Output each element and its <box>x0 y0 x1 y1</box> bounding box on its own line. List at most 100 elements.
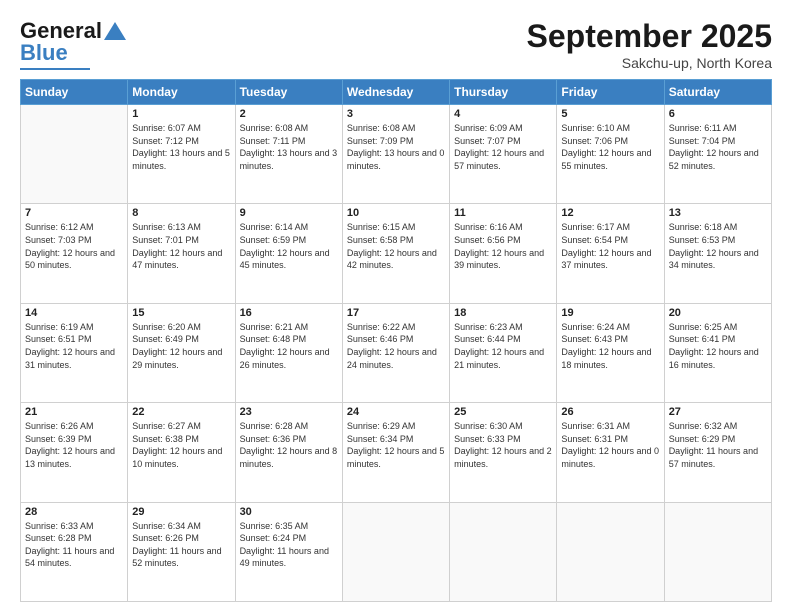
daylight: Daylight: 11 hours and 57 minutes. <box>669 446 758 469</box>
calendar-cell: 29 Sunrise: 6:34 AM Sunset: 6:26 PM Dayl… <box>128 502 235 601</box>
sunset: Sunset: 6:28 PM <box>25 533 92 543</box>
sunset: Sunset: 6:26 PM <box>132 533 199 543</box>
sunrise: Sunrise: 6:15 AM <box>347 222 416 232</box>
sunrise: Sunrise: 6:18 AM <box>669 222 738 232</box>
day-info: Sunrise: 6:25 AM Sunset: 6:41 PM Dayligh… <box>669 321 767 371</box>
day-number: 14 <box>25 307 123 319</box>
day-info: Sunrise: 6:28 AM Sunset: 6:36 PM Dayligh… <box>240 420 338 470</box>
day-number: 12 <box>561 207 659 219</box>
daylight: Daylight: 12 hours and 39 minutes. <box>454 248 544 271</box>
day-number: 11 <box>454 207 552 219</box>
day-number: 30 <box>240 506 338 518</box>
daylight: Daylight: 12 hours and 13 minutes. <box>25 446 115 469</box>
sunset: Sunset: 6:44 PM <box>454 334 521 344</box>
day-info: Sunrise: 6:21 AM Sunset: 6:48 PM Dayligh… <box>240 321 338 371</box>
sunset: Sunset: 6:38 PM <box>132 434 199 444</box>
sunrise: Sunrise: 6:30 AM <box>454 421 523 431</box>
sunset: Sunset: 6:56 PM <box>454 235 521 245</box>
location: Sakchu-up, North Korea <box>527 55 772 71</box>
calendar-cell: 27 Sunrise: 6:32 AM Sunset: 6:29 PM Dayl… <box>664 403 771 502</box>
sunrise: Sunrise: 6:08 AM <box>347 123 416 133</box>
header: General Blue September 2025 Sakchu-up, N… <box>20 18 772 71</box>
sunrise: Sunrise: 6:28 AM <box>240 421 309 431</box>
daylight: Daylight: 12 hours and 45 minutes. <box>240 248 330 271</box>
day-info: Sunrise: 6:33 AM Sunset: 6:28 PM Dayligh… <box>25 520 123 570</box>
day-info: Sunrise: 6:08 AM Sunset: 7:09 PM Dayligh… <box>347 122 445 172</box>
logo-icon <box>104 22 126 40</box>
sunrise: Sunrise: 6:24 AM <box>561 322 630 332</box>
sunrise: Sunrise: 6:12 AM <box>25 222 94 232</box>
day-number: 16 <box>240 307 338 319</box>
sunset: Sunset: 6:49 PM <box>132 334 199 344</box>
day-info: Sunrise: 6:27 AM Sunset: 6:38 PM Dayligh… <box>132 420 230 470</box>
daylight: Daylight: 13 hours and 5 minutes. <box>132 148 230 171</box>
calendar-cell: 3 Sunrise: 6:08 AM Sunset: 7:09 PM Dayli… <box>342 105 449 204</box>
calendar-cell: 9 Sunrise: 6:14 AM Sunset: 6:59 PM Dayli… <box>235 204 342 303</box>
daylight: Daylight: 12 hours and 18 minutes. <box>561 347 651 370</box>
daylight: Daylight: 13 hours and 0 minutes. <box>347 148 445 171</box>
daylight: Daylight: 12 hours and 31 minutes. <box>25 347 115 370</box>
day-info: Sunrise: 6:14 AM Sunset: 6:59 PM Dayligh… <box>240 221 338 271</box>
day-number: 26 <box>561 406 659 418</box>
calendar-cell: 8 Sunrise: 6:13 AM Sunset: 7:01 PM Dayli… <box>128 204 235 303</box>
calendar-cell: 21 Sunrise: 6:26 AM Sunset: 6:39 PM Dayl… <box>21 403 128 502</box>
calendar-cell: 2 Sunrise: 6:08 AM Sunset: 7:11 PM Dayli… <box>235 105 342 204</box>
calendar-cell <box>450 502 557 601</box>
calendar-cell: 28 Sunrise: 6:33 AM Sunset: 6:28 PM Dayl… <box>21 502 128 601</box>
sunrise: Sunrise: 6:13 AM <box>132 222 201 232</box>
day-info: Sunrise: 6:07 AM Sunset: 7:12 PM Dayligh… <box>132 122 230 172</box>
day-number: 1 <box>132 108 230 120</box>
day-info: Sunrise: 6:10 AM Sunset: 7:06 PM Dayligh… <box>561 122 659 172</box>
sunset: Sunset: 7:03 PM <box>25 235 92 245</box>
calendar-cell: 12 Sunrise: 6:17 AM Sunset: 6:54 PM Dayl… <box>557 204 664 303</box>
calendar-cell: 24 Sunrise: 6:29 AM Sunset: 6:34 PM Dayl… <box>342 403 449 502</box>
day-number: 18 <box>454 307 552 319</box>
calendar-cell: 14 Sunrise: 6:19 AM Sunset: 6:51 PM Dayl… <box>21 303 128 402</box>
day-info: Sunrise: 6:29 AM Sunset: 6:34 PM Dayligh… <box>347 420 445 470</box>
day-info: Sunrise: 6:22 AM Sunset: 6:46 PM Dayligh… <box>347 321 445 371</box>
daylight: Daylight: 12 hours and 55 minutes. <box>561 148 651 171</box>
calendar-cell: 19 Sunrise: 6:24 AM Sunset: 6:43 PM Dayl… <box>557 303 664 402</box>
calendar-cell <box>557 502 664 601</box>
calendar-cell: 25 Sunrise: 6:30 AM Sunset: 6:33 PM Dayl… <box>450 403 557 502</box>
day-number: 13 <box>669 207 767 219</box>
week-row-5: 28 Sunrise: 6:33 AM Sunset: 6:28 PM Dayl… <box>21 502 772 601</box>
sunset: Sunset: 6:59 PM <box>240 235 307 245</box>
day-info: Sunrise: 6:15 AM Sunset: 6:58 PM Dayligh… <box>347 221 445 271</box>
sunset: Sunset: 6:41 PM <box>669 334 736 344</box>
sunrise: Sunrise: 6:31 AM <box>561 421 630 431</box>
logo-blue: Blue <box>20 40 68 66</box>
header-tuesday: Tuesday <box>235 80 342 105</box>
sunrise: Sunrise: 6:22 AM <box>347 322 416 332</box>
day-number: 6 <box>669 108 767 120</box>
header-wednesday: Wednesday <box>342 80 449 105</box>
page: General Blue September 2025 Sakchu-up, N… <box>0 0 792 612</box>
day-number: 3 <box>347 108 445 120</box>
daylight: Daylight: 12 hours and 29 minutes. <box>132 347 222 370</box>
sunset: Sunset: 7:01 PM <box>132 235 199 245</box>
daylight: Daylight: 12 hours and 50 minutes. <box>25 248 115 271</box>
daylight: Daylight: 12 hours and 16 minutes. <box>669 347 759 370</box>
daylight: Daylight: 12 hours and 0 minutes. <box>561 446 659 469</box>
day-info: Sunrise: 6:13 AM Sunset: 7:01 PM Dayligh… <box>132 221 230 271</box>
daylight: Daylight: 12 hours and 52 minutes. <box>669 148 759 171</box>
daylight: Daylight: 11 hours and 54 minutes. <box>25 546 114 569</box>
sunrise: Sunrise: 6:09 AM <box>454 123 523 133</box>
calendar-cell: 1 Sunrise: 6:07 AM Sunset: 7:12 PM Dayli… <box>128 105 235 204</box>
sunset: Sunset: 6:46 PM <box>347 334 414 344</box>
sunset: Sunset: 7:06 PM <box>561 136 628 146</box>
daylight: Daylight: 12 hours and 37 minutes. <box>561 248 651 271</box>
sunset: Sunset: 6:36 PM <box>240 434 307 444</box>
day-info: Sunrise: 6:09 AM Sunset: 7:07 PM Dayligh… <box>454 122 552 172</box>
sunrise: Sunrise: 6:19 AM <box>25 322 94 332</box>
sunrise: Sunrise: 6:23 AM <box>454 322 523 332</box>
sunrise: Sunrise: 6:17 AM <box>561 222 630 232</box>
daylight: Daylight: 12 hours and 47 minutes. <box>132 248 222 271</box>
day-number: 10 <box>347 207 445 219</box>
week-row-2: 7 Sunrise: 6:12 AM Sunset: 7:03 PM Dayli… <box>21 204 772 303</box>
calendar-cell: 23 Sunrise: 6:28 AM Sunset: 6:36 PM Dayl… <box>235 403 342 502</box>
sunrise: Sunrise: 6:35 AM <box>240 521 309 531</box>
day-info: Sunrise: 6:12 AM Sunset: 7:03 PM Dayligh… <box>25 221 123 271</box>
day-number: 9 <box>240 207 338 219</box>
day-number: 23 <box>240 406 338 418</box>
